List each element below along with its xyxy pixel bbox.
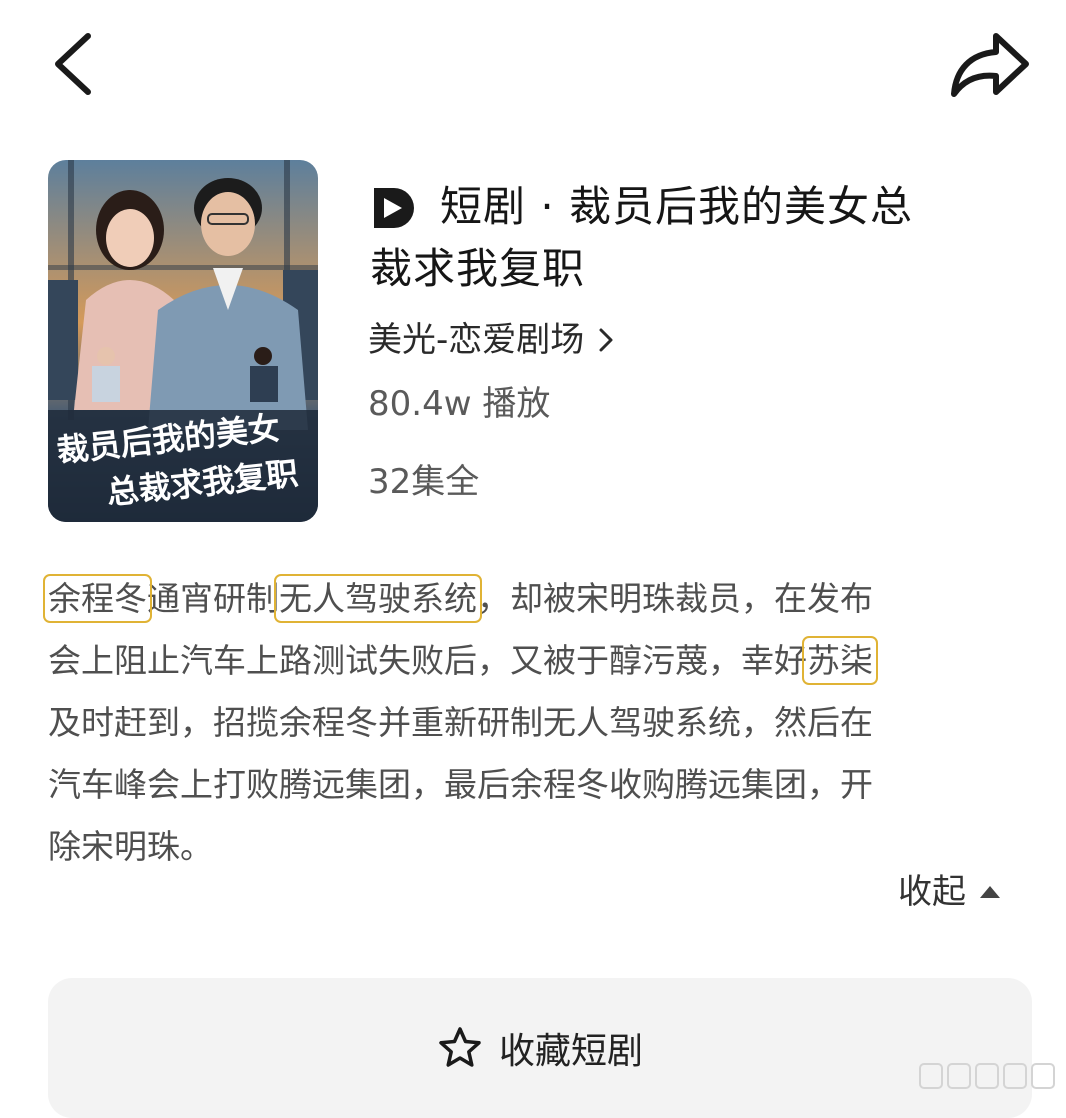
channel-link[interactable]: 美光-恋爱剧场: [368, 312, 614, 368]
highlight-name-suqi: 苏柒: [802, 636, 878, 685]
chevron-right-icon: [599, 328, 613, 352]
favorite-label: 收藏短剧: [498, 1031, 643, 1072]
collapse-label: 收起: [898, 872, 966, 912]
channel-name: 美光-恋爱剧场: [368, 320, 585, 360]
highlight-autonomous-system: 无人驾驶系统: [274, 574, 482, 623]
chevron-left-icon: [55, 33, 91, 95]
synopsis-line: 及时赶到，招揽余程冬并重新研制无人驾驶系统，然后在: [48, 703, 873, 742]
share-arrow-icon: [951, 33, 1029, 97]
synopsis-text: 通宵研制: [147, 579, 279, 618]
play-count: 80.4w 播放: [368, 384, 551, 424]
synopsis-line: 汽车峰会上打败腾远集团，最后余程冬收购腾远集团，开: [48, 765, 873, 804]
collapse-button[interactable]: 收起: [898, 864, 1002, 920]
star-icon: [439, 1027, 481, 1067]
episode-count: 32集全: [368, 462, 480, 502]
drama-poster[interactable]: 裁员后我的美女 总裁求我复职: [48, 160, 318, 522]
drama-synopsis: 余程冬通宵研制无人驾驶系统，却被宋明珠裁员，在发布 会上阻止汽车上路测试失败后，…: [43, 568, 1033, 878]
triangle-up-icon: [980, 886, 1000, 898]
synopsis-line: 余程冬通宵研制无人驾驶系统，却被宋明珠裁员，在发布: [43, 568, 1033, 630]
watermark-logo: [919, 1063, 1055, 1089]
drama-title-line1: 短剧 · 裁员后我的美女总: [440, 182, 914, 231]
synopsis-text: ，却被宋明珠裁员，在发布: [477, 579, 873, 618]
short-drama-logo-icon: [374, 188, 414, 228]
drama-title-line2: 裁求我复职: [370, 244, 586, 293]
synopsis-text: 会上阻止汽车上路测试失败后，又被于醇污蔑，幸好: [48, 641, 807, 680]
synopsis-line: 除宋明珠。: [48, 827, 213, 866]
back-button[interactable]: [44, 28, 104, 100]
highlight-name-yuchengdong: 余程冬: [43, 574, 152, 623]
synopsis-line: 会上阻止汽车上路测试失败后，又被于醇污蔑，幸好苏柒: [48, 630, 1033, 692]
share-button[interactable]: [948, 30, 1032, 100]
favorite-drama-button[interactable]: 收藏短剧: [48, 978, 1032, 1118]
